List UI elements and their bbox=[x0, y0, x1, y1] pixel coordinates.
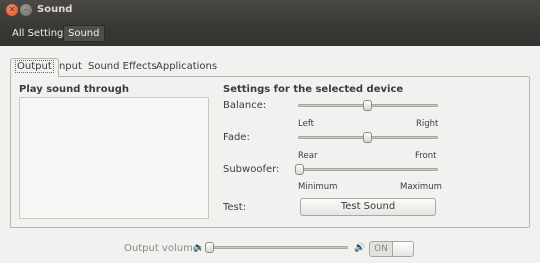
test-sound-button[interactable]: Test Sound bbox=[300, 198, 436, 216]
balance-right-label: Right bbox=[416, 119, 439, 129]
output-volume-slider-knob[interactable] bbox=[205, 242, 214, 253]
title-bar: ✕ – Sound bbox=[0, 0, 540, 21]
device-settings-title: Settings for the selected device bbox=[223, 84, 404, 95]
fade-front-label: Front bbox=[415, 151, 437, 161]
fade-slider-knob[interactable] bbox=[363, 132, 372, 143]
output-device-list[interactable] bbox=[19, 97, 209, 219]
mute-toggle-switch[interactable]: ON bbox=[369, 241, 414, 257]
settings-toolbar: All Settings Sound bbox=[0, 21, 540, 46]
sound-breadcrumb-button[interactable]: Sound bbox=[63, 25, 105, 42]
subwoofer-max-label: Maximum bbox=[400, 182, 442, 192]
play-sound-through-title: Play sound through bbox=[19, 84, 129, 95]
test-label: Test: bbox=[223, 202, 247, 213]
tab-applications[interactable]: Applications bbox=[152, 58, 221, 76]
fade-rear-label: Rear bbox=[298, 151, 318, 161]
minimize-icon[interactable]: – bbox=[20, 4, 32, 16]
subwoofer-slider-knob[interactable] bbox=[295, 164, 304, 175]
mute-toggle-on-label: ON bbox=[374, 244, 388, 254]
fade-label: Fade: bbox=[223, 132, 250, 143]
balance-slider-knob[interactable] bbox=[363, 100, 372, 111]
tab-sound-effects[interactable]: Sound Effects bbox=[84, 58, 161, 76]
subwoofer-label: Subwoofer: bbox=[223, 164, 280, 175]
output-volume-label: Output volume: bbox=[124, 243, 203, 254]
balance-label: Balance: bbox=[223, 100, 267, 111]
subwoofer-min-label: Minimum bbox=[298, 182, 338, 192]
mute-toggle-thumb[interactable] bbox=[392, 242, 413, 256]
close-icon[interactable]: ✕ bbox=[6, 4, 18, 16]
speaker-high-icon: 🔊 bbox=[354, 243, 366, 253]
speaker-low-icon: 🔈 bbox=[193, 243, 205, 253]
balance-left-label: Left bbox=[298, 119, 314, 129]
window-title: Sound bbox=[37, 4, 73, 15]
tab-output-label: Output bbox=[15, 60, 54, 73]
tab-output[interactable]: Output bbox=[10, 58, 59, 77]
subwoofer-slider-track[interactable] bbox=[298, 168, 438, 171]
output-volume-slider-track[interactable] bbox=[208, 246, 348, 249]
